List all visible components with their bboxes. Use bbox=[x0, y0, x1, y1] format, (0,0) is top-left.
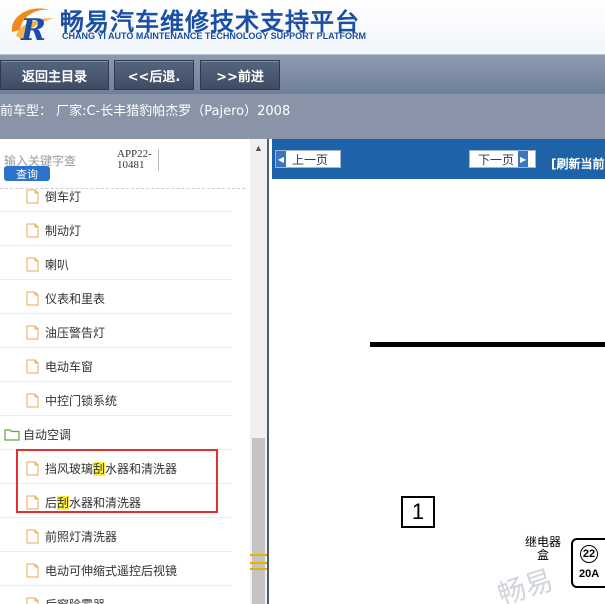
app-header: R 畅易汽车维修技术支持平台 CHANG YI AUTO MAINTENANCE… bbox=[0, 0, 605, 54]
document-icon bbox=[26, 563, 39, 578]
scroll-grip bbox=[250, 554, 267, 556]
next-page-button[interactable]: 下一页 ▶ bbox=[469, 150, 536, 168]
fuse-rating: 20A bbox=[579, 568, 600, 580]
document-icon bbox=[26, 189, 39, 204]
doc-toolbar: ◀ 上一页 下一页 ▶ [刷新当前 bbox=[272, 139, 605, 179]
document-icon bbox=[26, 529, 39, 544]
prev-page-button[interactable]: ◀ 上一页 bbox=[275, 150, 341, 168]
next-page-label: 下一页 bbox=[478, 152, 515, 167]
tree-item-label: 倒车灯 bbox=[45, 190, 82, 204]
wiring-line bbox=[370, 342, 605, 347]
fuse-symbol: 22 20A bbox=[571, 538, 605, 588]
document-icon bbox=[26, 325, 39, 340]
tree-file-item[interactable]: 后窗除雾器 bbox=[0, 590, 232, 604]
vehicle-info: 前车型： 厂家:C-长丰猎豹帕杰罗（Pajero）2008 bbox=[0, 94, 605, 139]
tree-item-label: 电动可伸缩式遥控后视镜 bbox=[45, 564, 178, 578]
fuse-number: 22 bbox=[580, 545, 598, 563]
tree-file-item[interactable]: 中控门锁系统 bbox=[0, 386, 232, 416]
query-button[interactable]: 查询 bbox=[4, 166, 50, 181]
tree-file-item[interactable]: 制动灯 bbox=[0, 216, 232, 246]
tree-item-label: 制动灯 bbox=[45, 224, 82, 238]
back-button[interactable]: <<后退. bbox=[114, 60, 194, 90]
tree-folder-item[interactable]: 自动空调 bbox=[0, 420, 232, 450]
doc-code: APP22-10481 bbox=[117, 149, 159, 171]
document-icon bbox=[26, 223, 39, 238]
tree-file-item[interactable]: 喇叭 bbox=[0, 250, 232, 280]
tree-item-label: 仪表和里表 bbox=[45, 292, 106, 306]
document-icon bbox=[26, 359, 39, 374]
tree-item-label: 油压警告灯 bbox=[45, 326, 106, 340]
brand-subtitle: CHANG YI AUTO MAINTENANCE TECHNOLOGY SUP… bbox=[62, 31, 367, 41]
folder-icon bbox=[4, 428, 20, 441]
scroll-grip bbox=[250, 568, 267, 570]
tree-item-label: 后窗除雾器 bbox=[45, 596, 105, 604]
document-icon bbox=[26, 291, 39, 306]
watermark: 畅易 bbox=[493, 563, 558, 604]
vertical-scrollbar[interactable]: ▲ bbox=[250, 139, 267, 604]
arrow-left-icon: ◀ bbox=[276, 151, 286, 167]
tree-item-label: 喇叭 bbox=[45, 258, 70, 272]
vehicle-text: 前车型： 厂家:C-长丰猎豹帕杰罗（Pajero）2008 bbox=[0, 104, 291, 119]
document-icon bbox=[26, 597, 39, 604]
tree-file-item[interactable]: 仪表和里表 bbox=[0, 284, 232, 314]
scroll-thumb[interactable] bbox=[252, 438, 265, 604]
forward-button[interactable]: >>前进 bbox=[200, 60, 280, 90]
tree-file-item[interactable]: 前照灯清洗器 bbox=[0, 522, 232, 552]
scroll-up-arrow-icon[interactable]: ▲ bbox=[250, 141, 267, 155]
document-icon bbox=[26, 257, 39, 272]
scroll-grip bbox=[250, 562, 267, 564]
tree-item-label: 前照灯清洗器 bbox=[45, 530, 118, 544]
document-viewer: ◀ 上一页 下一页 ▶ [刷新当前 1 继电器盒 22 20A 畅易 bbox=[267, 139, 605, 604]
tree-item-label: 电动车窗 bbox=[45, 360, 94, 374]
changyi-logo-icon: R bbox=[11, 8, 54, 46]
tree-file-item[interactable]: 倒车灯 bbox=[0, 182, 232, 212]
svg-text:R: R bbox=[20, 13, 46, 46]
arrow-right-icon: ▶ bbox=[518, 151, 529, 167]
sidebar: 输入关键字查 查询 APP22-10481 倒车灯 制动灯 喇叭 仪表和里表 油压警告灯… bbox=[0, 139, 267, 604]
tree-item-label: 自动空调 bbox=[23, 428, 72, 442]
nav-bar: 返回主目录 <<后退. >>前进 bbox=[0, 54, 605, 94]
diagram-box-number: 1 bbox=[401, 496, 435, 528]
tree-item-label: 中控门锁系统 bbox=[45, 394, 118, 408]
refresh-link[interactable]: [刷新当前 bbox=[551, 155, 605, 172]
tree-file-item[interactable]: 电动车窗 bbox=[0, 352, 232, 382]
prev-page-label: 上一页 bbox=[292, 152, 329, 167]
tree-file-item[interactable]: 油压警告灯 bbox=[0, 318, 232, 348]
document-icon bbox=[26, 393, 39, 408]
selection-highlight-box bbox=[16, 449, 218, 513]
home-button[interactable]: 返回主目录 bbox=[0, 60, 109, 90]
tree-file-item[interactable]: 电动可伸缩式遥控后视镜 bbox=[0, 556, 232, 586]
